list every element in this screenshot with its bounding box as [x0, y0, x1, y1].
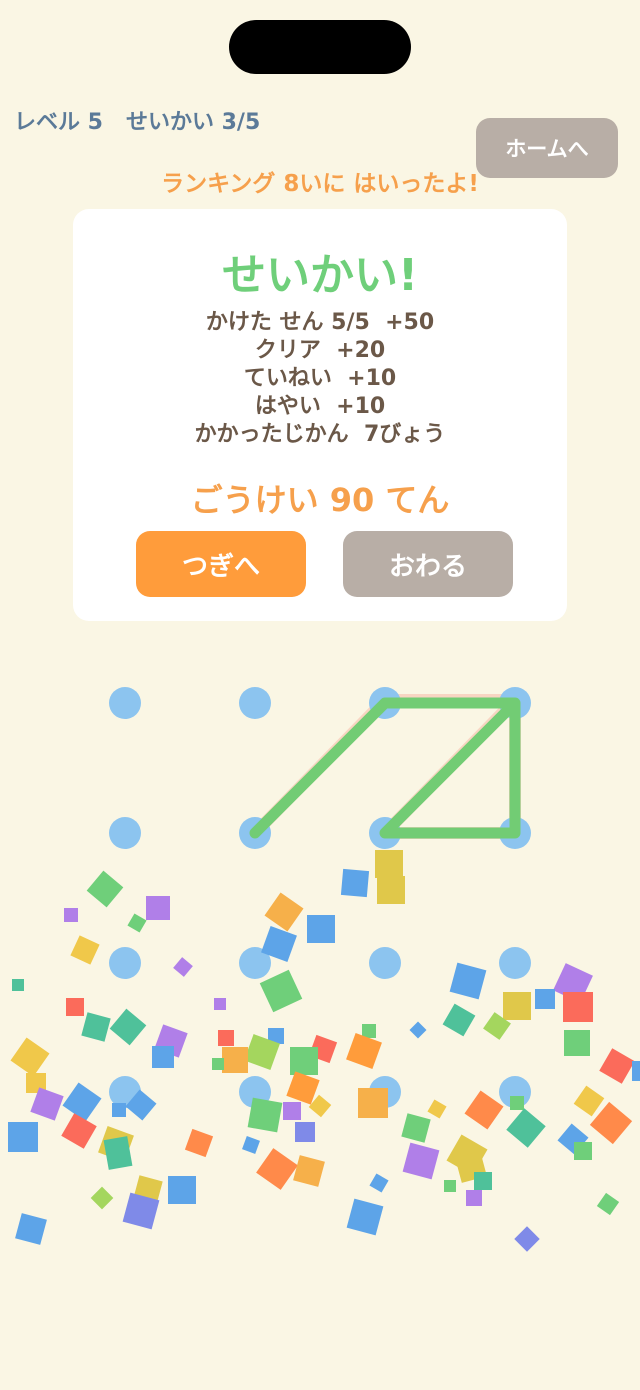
- grid-dot[interactable]: [499, 947, 531, 979]
- grid-dot[interactable]: [239, 687, 271, 719]
- end-button[interactable]: おわる: [343, 531, 513, 597]
- grid-dot[interactable]: [239, 947, 271, 979]
- grid-dot[interactable]: [109, 1076, 141, 1108]
- grid-dot[interactable]: [499, 1076, 531, 1108]
- grid-dot[interactable]: [109, 947, 141, 979]
- result-title: せいかい!: [221, 250, 419, 301]
- total-score: ごうけい 90 てん: [190, 481, 450, 519]
- hint-trace: [249, 694, 521, 839]
- grid-dot[interactable]: [239, 1076, 271, 1108]
- score-breakdown: かけた せん 5/5 +50 クリア +20 ていねい +10 はやい +10 …: [73, 309, 567, 449]
- grid-dot[interactable]: [369, 947, 401, 979]
- breakdown-line: クリア +20: [254, 338, 386, 363]
- breakdown-line: かかったじかん 7びょう: [194, 422, 446, 447]
- breakdown-line: かけた せん 5/5 +50: [205, 310, 435, 335]
- grid-dot[interactable]: [109, 687, 141, 719]
- result-card: せいかい! かけた せん 5/5 +50 クリア +20 ていねい +10 はや…: [73, 209, 567, 621]
- next-button[interactable]: つぎへ: [136, 531, 306, 597]
- drawn-lines: [249, 697, 521, 839]
- grid-dot[interactable]: [369, 1076, 401, 1108]
- grid-dot[interactable]: [109, 817, 141, 849]
- breakdown-line: はやい +10: [254, 394, 386, 419]
- breakdown-line: ていねい +10: [243, 366, 397, 391]
